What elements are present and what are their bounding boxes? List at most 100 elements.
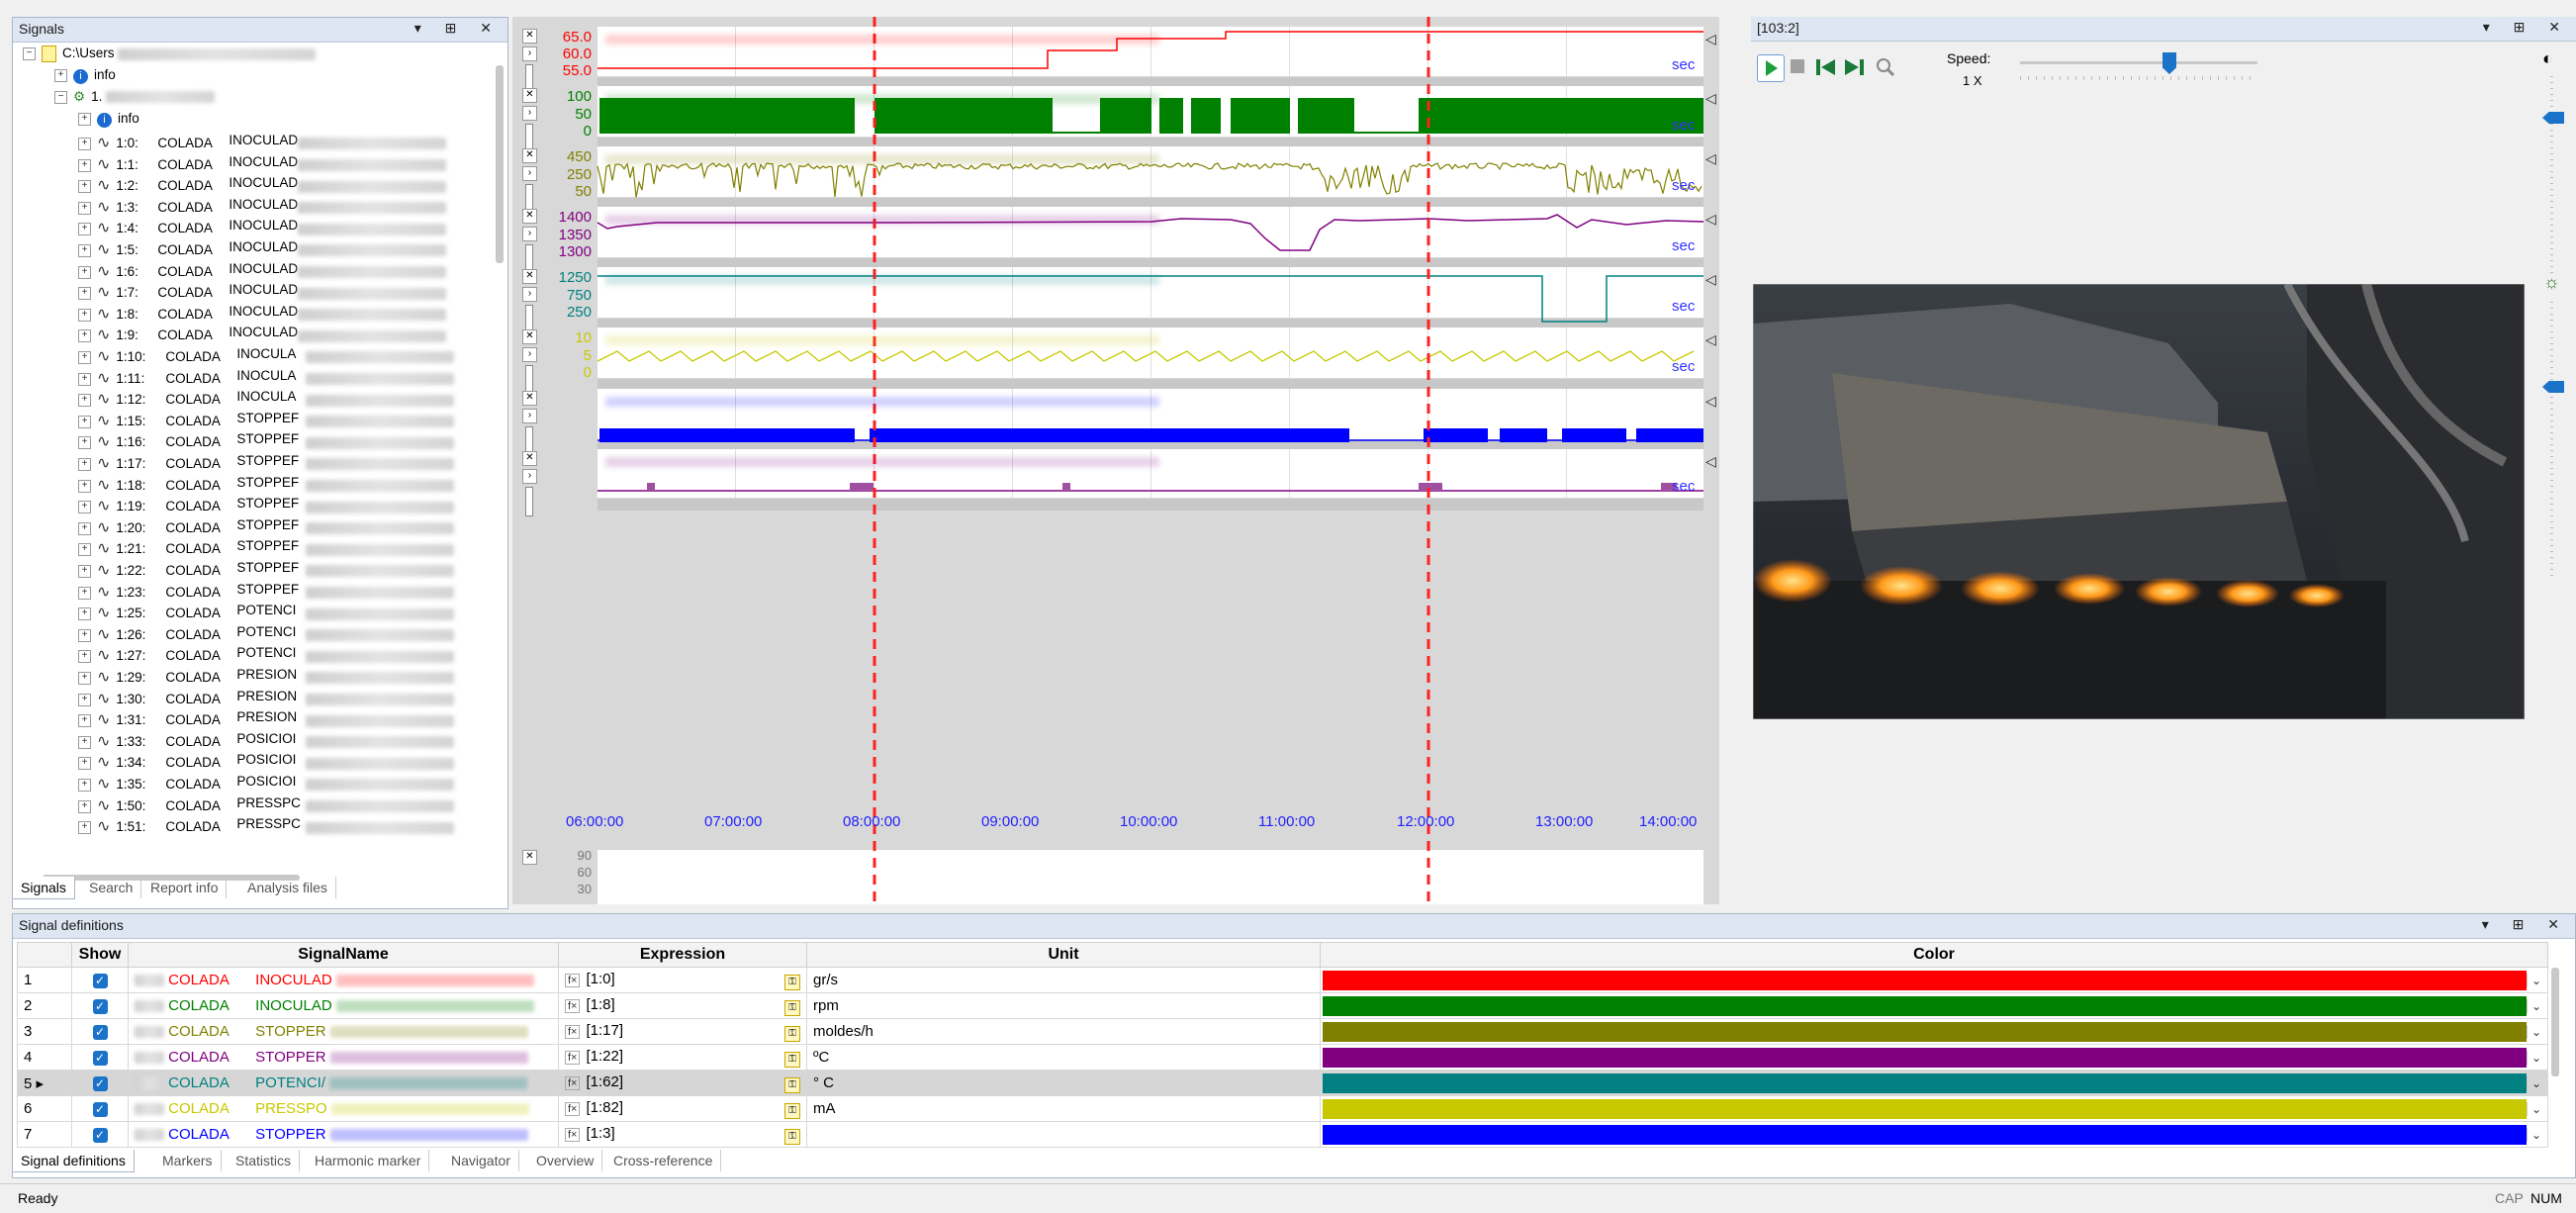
plot-collapse-icon[interactable]: ◁ — [1705, 331, 1716, 348]
color-swatch[interactable] — [1323, 1098, 2527, 1119]
expand-icon[interactable]: + — [78, 757, 91, 771]
header-expression[interactable]: Expression — [558, 942, 807, 968]
show-cell[interactable]: ✓ — [71, 967, 129, 993]
tree-signal-item[interactable]: + ∿ 1:12: COLADA INOCULA — [78, 389, 455, 410]
show-cell[interactable]: ✓ — [71, 992, 129, 1019]
expand-icon[interactable]: + — [78, 586, 91, 600]
plot-collapse-icon[interactable]: ◁ — [1705, 211, 1716, 228]
show-checkbox[interactable]: ✓ — [92, 1128, 108, 1143]
show-cell[interactable]: ✓ — [71, 1018, 129, 1045]
tree-signal-item[interactable]: + ∿ 1:2: COLADA INOCULAD — [78, 175, 447, 196]
color-cell[interactable]: ⌄ — [1320, 967, 2548, 993]
tab-navigator[interactable]: Navigator — [443, 1150, 519, 1171]
chevron-down-icon[interactable]: ⌄ — [2527, 1075, 2545, 1090]
key-icon[interactable]: ⚿ — [784, 1051, 800, 1068]
show-checkbox[interactable]: ✓ — [92, 1076, 108, 1091]
chevron-down-icon[interactable]: ⌄ — [2527, 1101, 2545, 1116]
expression-cell[interactable]: f× [1:0] ⚿ — [558, 967, 807, 993]
tree-signal-item[interactable]: + ∿ 1:8: COLADA INOCULAD — [78, 304, 447, 325]
fx-icon[interactable]: f× — [565, 1075, 581, 1090]
fx-icon[interactable]: f× — [565, 1024, 581, 1039]
expand-icon[interactable]: + — [78, 521, 91, 535]
color-swatch[interactable] — [1323, 1073, 2527, 1093]
signal-name-cell[interactable]: COLADA INOCULAD — [128, 967, 559, 993]
plot-menu-button[interactable]: › — [522, 469, 537, 484]
expand-icon[interactable]: + — [78, 501, 91, 514]
tree-root[interactable]: − C:\Users — [23, 46, 317, 66]
signal-tree[interactable]: − C:\Users + i info − ⚙ 1. + i info + ∿ 1:0: COLADA I… — [13, 44, 496, 869]
color-cell[interactable]: ⌄ — [1320, 1070, 2548, 1096]
expression-cell[interactable]: f× [1:3] ⚿ — [558, 1121, 807, 1148]
expand-icon[interactable]: + — [78, 265, 91, 279]
tree-signal-item[interactable]: + ∿ 1:34: COLADA POSICIOI — [78, 752, 455, 773]
expand-icon[interactable]: + — [78, 287, 91, 301]
defs-vertical-scrollbar[interactable] — [2551, 968, 2559, 1076]
plot-collapse-icon[interactable]: ◁ — [1705, 90, 1716, 107]
expand-icon[interactable]: + — [78, 714, 91, 728]
chevron-down-icon[interactable]: ⌄ — [2527, 998, 2545, 1013]
tree-signal-item[interactable]: + ∿ 1:1: COLADA INOCULAD — [78, 154, 447, 175]
expand-icon[interactable]: + — [78, 372, 91, 386]
header-unit[interactable]: Unit — [806, 942, 1321, 968]
tree-signal-item[interactable]: + ∿ 1:19: COLADA STOPPEF — [78, 496, 455, 516]
skip-back-button[interactable] — [1814, 56, 1838, 81]
close-plot-button[interactable]: ✕ — [522, 391, 537, 406]
tree-signal-item[interactable]: + ∿ 1:18: COLADA STOPPEF — [78, 475, 455, 496]
close-plot-button[interactable]: ✕ — [522, 451, 537, 466]
expand-icon[interactable]: + — [78, 137, 91, 150]
expand-icon[interactable]: + — [78, 350, 91, 364]
collapse-icon[interactable]: − — [23, 47, 36, 60]
signal-name-cell[interactable]: COLADA POTENCI/ — [128, 1070, 559, 1096]
color-swatch[interactable] — [1323, 995, 2527, 1016]
expand-icon[interactable]: + — [78, 436, 91, 450]
expand-icon[interactable]: + — [78, 158, 91, 172]
expression-cell[interactable]: f× [1:8] ⚿ — [558, 992, 807, 1019]
chevron-down-icon[interactable]: ⌄ — [2527, 973, 2545, 987]
unit-cell[interactable]: mA — [806, 1095, 1321, 1122]
key-icon[interactable]: ⚿ — [784, 974, 800, 990]
stop-button[interactable] — [1791, 59, 1804, 73]
signal-definition-row[interactable]: 5 ▸ ✓ COLADA POTENCI/ f× [1:62] ⚿ ° C ⌄ — [17, 1070, 2548, 1096]
plot-collapse-icon[interactable]: ◁ — [1705, 393, 1716, 410]
show-cell[interactable]: ✓ — [71, 1121, 129, 1148]
signal-name-cell[interactable]: COLADA PRESSPO — [128, 1095, 559, 1122]
show-checkbox[interactable]: ✓ — [92, 1102, 108, 1117]
tab-analysis-files[interactable]: Analysis files — [239, 877, 336, 898]
fx-icon[interactable]: f× — [565, 1101, 581, 1116]
expand-icon[interactable]: + — [78, 821, 91, 835]
color-cell[interactable]: ⌄ — [1320, 1095, 2548, 1122]
contrast-slider-track[interactable] — [2550, 76, 2553, 274]
tree-signal-item[interactable]: + ∿ 1:9: COLADA INOCULAD — [78, 325, 447, 345]
expand-icon[interactable]: + — [78, 112, 91, 126]
color-swatch[interactable] — [1323, 1124, 2527, 1145]
plot-resize-handle[interactable] — [525, 487, 533, 516]
show-checkbox[interactable]: ✓ — [92, 974, 108, 988]
collapse-icon[interactable]: − — [54, 90, 67, 104]
brightness-slider-thumb[interactable] — [2542, 381, 2564, 393]
plot-collapse-icon[interactable]: ◁ — [1705, 150, 1716, 167]
color-swatch[interactable] — [1323, 1047, 2527, 1068]
tab-harmonic-marker[interactable]: Harmonic marker — [307, 1150, 430, 1171]
color-cell[interactable]: ⌄ — [1320, 1121, 2548, 1148]
defs-window-buttons[interactable]: ▾ ⊞ ✕ — [2482, 916, 2569, 933]
expand-icon[interactable]: + — [78, 394, 91, 408]
tree-signal-item[interactable]: + ∿ 1:21: COLADA STOPPEF — [78, 538, 455, 559]
tree-signal-item[interactable]: + ∿ 1:10: COLADA INOCULA — [78, 346, 455, 367]
plot-menu-button[interactable]: › — [522, 409, 537, 423]
tree-vertical-scrollbar[interactable] — [496, 65, 504, 263]
tab-report-info[interactable]: Report info — [142, 877, 228, 898]
tree-signal-item[interactable]: + ∿ 1:29: COLADA PRESION — [78, 667, 455, 688]
tree-info[interactable]: + i info — [54, 67, 116, 88]
signal-definition-row[interactable]: 7 ✓ COLADA STOPPER f× [1:3] ⚿ ⌄ — [17, 1121, 2548, 1148]
expand-icon[interactable]: + — [78, 415, 91, 428]
show-cell[interactable]: ✓ — [71, 1095, 129, 1122]
tab-cross-reference[interactable]: Cross-reference — [605, 1150, 722, 1171]
expand-icon[interactable]: + — [78, 223, 91, 236]
panel-window-buttons[interactable]: ▾ ⊞ ✕ — [414, 20, 502, 37]
plot-collapse-icon[interactable]: ◁ — [1705, 453, 1716, 470]
tree-signal-item[interactable]: + ∿ 1:4: COLADA INOCULAD — [78, 218, 447, 238]
expand-icon[interactable]: + — [78, 180, 91, 194]
signal-definition-row[interactable]: 6 ✓ COLADA PRESSPO f× [1:82] ⚿ mA ⌄ — [17, 1095, 2548, 1122]
expand-icon[interactable]: + — [78, 693, 91, 706]
tab-signals[interactable]: Signals — [12, 877, 75, 899]
